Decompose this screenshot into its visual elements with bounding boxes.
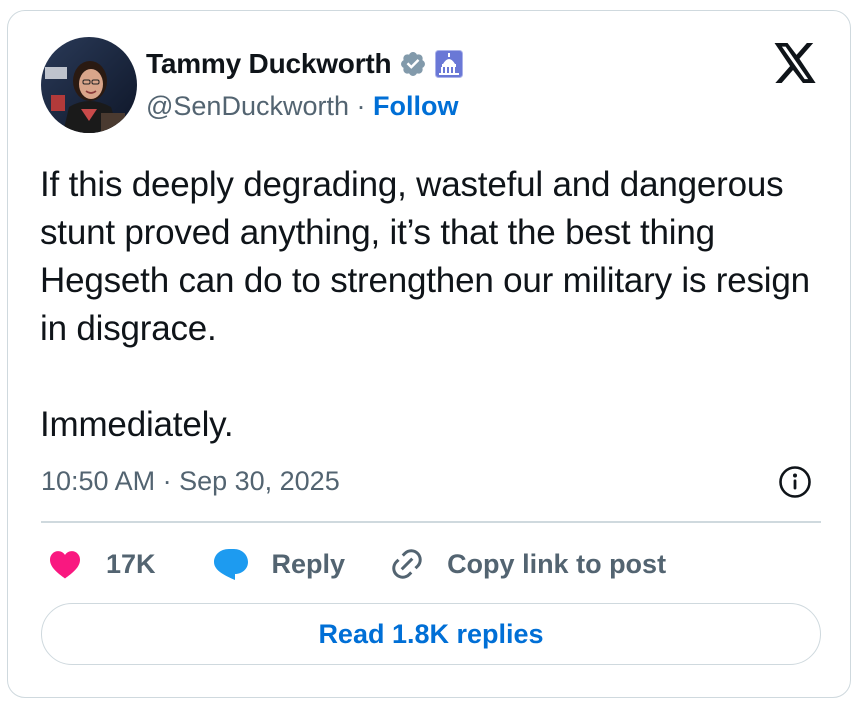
avatar-photo	[41, 37, 137, 133]
reply-label: Reply	[271, 548, 346, 579]
copy-link-label: Copy link to post	[447, 548, 667, 579]
like-count: 17K	[106, 548, 156, 579]
author-handle-row: @SenDuckworth · Follow	[146, 91, 458, 122]
read-replies-label: Read 1.8K replies	[318, 618, 544, 649]
reply-bubble-icon	[213, 549, 248, 580]
copy-link-button[interactable]: Copy link to post	[389, 546, 666, 582]
author-avatar[interactable]	[41, 37, 137, 133]
tweet-text-paragraph: Immediately.	[40, 405, 234, 444]
x-logo-icon[interactable]	[772, 43, 818, 83]
link-icon	[392, 549, 422, 579]
tweet-embed-card: Tammy Duckworth @SenDuckworth · Follow I…	[7, 10, 851, 698]
verified-badge-icon	[399, 50, 427, 78]
info-icon[interactable]	[778, 465, 812, 499]
heart-icon	[50, 551, 80, 579]
handle-separator: ·	[349, 91, 373, 121]
author-display-name[interactable]: Tammy Duckworth	[146, 48, 392, 80]
divider	[41, 521, 821, 523]
capitol-badge-icon[interactable]	[435, 50, 464, 78]
tweet-text-paragraph: If this deeply degrading, wasteful and d…	[40, 165, 810, 348]
author-name-row: Tammy Duckworth	[146, 47, 464, 81]
author-handle[interactable]: @SenDuckworth	[146, 91, 349, 121]
tweet-text: If this deeply degrading, wasteful and d…	[40, 161, 830, 449]
reply-button[interactable]: Reply	[212, 547, 346, 581]
like-button[interactable]: 17K	[48, 549, 156, 580]
follow-button[interactable]: Follow	[373, 91, 458, 121]
tweet-timestamp[interactable]: 10:50 AM · Sep 30, 2025	[41, 466, 340, 497]
read-replies-button[interactable]: Read 1.8K replies	[41, 603, 821, 665]
action-bar: 17K Reply Copy link to post	[48, 545, 666, 583]
